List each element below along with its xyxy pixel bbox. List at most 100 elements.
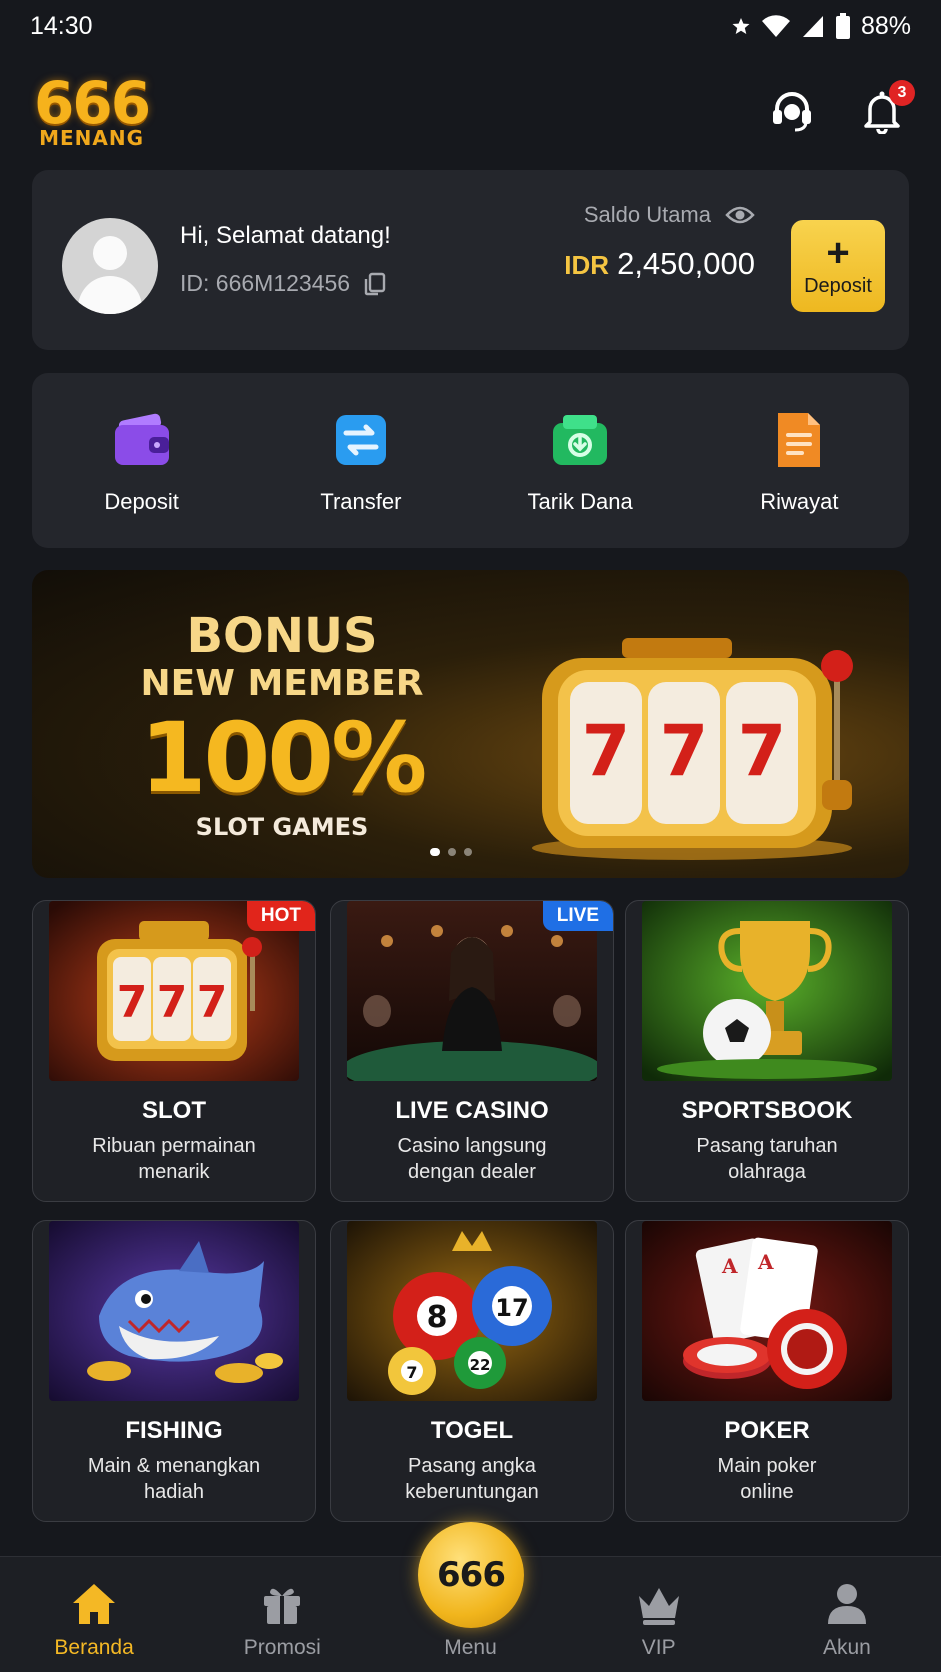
- svg-text:7: 7: [660, 710, 709, 792]
- notification-button[interactable]: 3: [857, 80, 915, 136]
- nav-label: Akun: [822, 1636, 871, 1659]
- live-tag: LIVE: [542, 901, 613, 931]
- game-desc-line: Pasang angka: [408, 1455, 536, 1477]
- game-desc-line: olahraga: [728, 1161, 806, 1183]
- game-desc-line: Casino langsung: [397, 1135, 547, 1157]
- togel-art: 8 17 7 22: [347, 1221, 597, 1401]
- game-title: TOGEL: [430, 1417, 514, 1444]
- balance-amount: 2,450,000: [617, 246, 755, 281]
- brand-logo[interactable]: 666 MENANG: [34, 69, 151, 150]
- svg-text:A: A: [721, 1254, 738, 1278]
- action-withdraw[interactable]: Tarik Dana: [471, 373, 690, 548]
- support-button[interactable]: [767, 86, 817, 136]
- game-title: SPORTSBOOK: [681, 1097, 853, 1124]
- status-time: 14:30: [30, 11, 93, 40]
- eye-icon[interactable]: [725, 204, 755, 226]
- togel-ball-number: 17: [495, 1294, 528, 1322]
- greeting-text: Hi, Selamat datang!: [180, 222, 391, 249]
- transfer-icon: [335, 415, 386, 465]
- game-desc-line: keberuntungan: [405, 1481, 539, 1503]
- avatar[interactable]: [62, 218, 158, 314]
- nav-item-vip[interactable]: VIP: [565, 1557, 753, 1672]
- gift-icon: [264, 1588, 301, 1624]
- nav-label: Menu: [444, 1636, 497, 1659]
- game-description: Pasang taruhan olahraga: [636, 1133, 898, 1185]
- balance-row: IDR 2,450,000: [564, 246, 755, 282]
- user-id: ID: 666M123456: [180, 270, 351, 296]
- game-title: LIVE CASINO: [395, 1097, 549, 1124]
- user-icon: [827, 1584, 866, 1624]
- game-description: Pasang angka keberuntungan: [341, 1453, 603, 1505]
- game-card-sportsbook[interactable]: SPORTSBOOK Pasang taruhan olahraga: [625, 900, 909, 1202]
- game-card-togel[interactable]: 8 17 7 22 TOGEL Pasang angka keberuntung…: [330, 1220, 614, 1522]
- game-desc-line: Main poker: [717, 1455, 817, 1477]
- deposit-button-label: Deposit: [804, 274, 872, 297]
- svg-text:A: A: [757, 1250, 774, 1274]
- game-description: Casino langsung dengan dealer: [341, 1133, 603, 1185]
- action-history[interactable]: Riwayat: [690, 373, 909, 548]
- notification-badge: 3: [889, 80, 915, 106]
- svg-text:7: 7: [157, 977, 188, 1028]
- game-desc-line: dengan dealer: [408, 1161, 536, 1183]
- currency-code: IDR: [564, 250, 610, 280]
- action-label: Transfer: [320, 489, 402, 514]
- wallet-icon: [114, 413, 169, 465]
- avatar-head: [93, 236, 127, 270]
- action-deposit[interactable]: Deposit: [32, 373, 251, 548]
- game-card-live-casino[interactable]: LIVE LIVE CASINO Casino langsung dengan …: [330, 900, 614, 1202]
- status-bar: 14:30 88%: [0, 0, 941, 52]
- action-label: Riwayat: [760, 489, 839, 514]
- nav-item-beranda[interactable]: Beranda: [0, 1557, 188, 1672]
- carousel-dot[interactable]: [448, 848, 456, 856]
- withdraw-icon: [553, 415, 608, 465]
- logo-word: MENANG: [39, 126, 144, 150]
- game-card-slot[interactable]: 7 7 7 HOT SLOT Ribuan permainan menarik: [32, 900, 316, 1202]
- quick-actions: Deposit Transfer Tarik Dana Riwayat: [32, 373, 909, 548]
- logo-number: 666: [34, 69, 151, 137]
- banner-title: BONUS: [186, 608, 378, 664]
- togel-ball-number: 7: [406, 1363, 417, 1382]
- game-title: SLOT: [142, 1097, 206, 1124]
- deposit-button[interactable]: + Deposit: [791, 220, 885, 312]
- balance-label: Saldo Utama: [583, 202, 711, 227]
- carousel-dot[interactable]: [464, 848, 472, 856]
- app-header: 666 MENANG 3: [0, 52, 941, 170]
- avatar-body: [78, 276, 142, 314]
- svg-text:7: 7: [582, 710, 631, 792]
- nav-item-promosi[interactable]: Promosi: [188, 1557, 376, 1672]
- nav-item-akun[interactable]: Akun: [753, 1557, 941, 1672]
- header-actions: 3: [767, 80, 915, 136]
- headset-icon: [773, 92, 811, 132]
- signal-icon: [802, 16, 823, 37]
- game-desc-line: Main & menangkan: [87, 1455, 261, 1477]
- menu-fab-button[interactable]: 666: [418, 1522, 524, 1628]
- togel-ball-number: 22: [470, 1356, 491, 1374]
- game-desc-line: menarik: [138, 1161, 210, 1183]
- carousel-dots: [430, 848, 472, 856]
- svg-text:7: 7: [738, 710, 787, 792]
- action-label: Tarik Dana: [527, 489, 633, 514]
- balance-label-row: Saldo Utama: [584, 202, 755, 228]
- carousel-dot[interactable]: [430, 848, 440, 856]
- user-id-row: ID: 666M123456: [180, 270, 388, 297]
- battery-level: 88%: [860, 11, 911, 40]
- promo-banner[interactable]: BONUS NEW MEMBER 100% SLOT GAMES 7 7 7: [32, 570, 909, 878]
- plus-icon: +: [826, 230, 850, 275]
- nav-label: VIP: [641, 1636, 676, 1659]
- home-icon: [73, 1584, 116, 1624]
- svg-text:7: 7: [117, 977, 148, 1028]
- banner-subtitle: NEW MEMBER: [140, 663, 424, 704]
- star-icon: [732, 18, 750, 34]
- game-desc-line: hadiah: [143, 1481, 205, 1503]
- game-card-fishing[interactable]: FISHING Main & menangkan hadiah: [32, 1220, 316, 1522]
- banner-percent: 100%: [139, 702, 428, 814]
- game-card-poker[interactable]: A A POKER Main poker online: [625, 1220, 909, 1522]
- crown-icon: [638, 1588, 679, 1625]
- action-transfer[interactable]: Transfer: [251, 373, 470, 548]
- status-icons: 88%: [731, 12, 911, 41]
- copy-icon[interactable]: [362, 271, 388, 297]
- game-desc-line: Ribuan permainan: [92, 1135, 256, 1157]
- svg-text:7: 7: [197, 977, 228, 1028]
- game-description: Ribuan permainan menarik: [43, 1133, 305, 1185]
- battery-icon: [835, 13, 850, 39]
